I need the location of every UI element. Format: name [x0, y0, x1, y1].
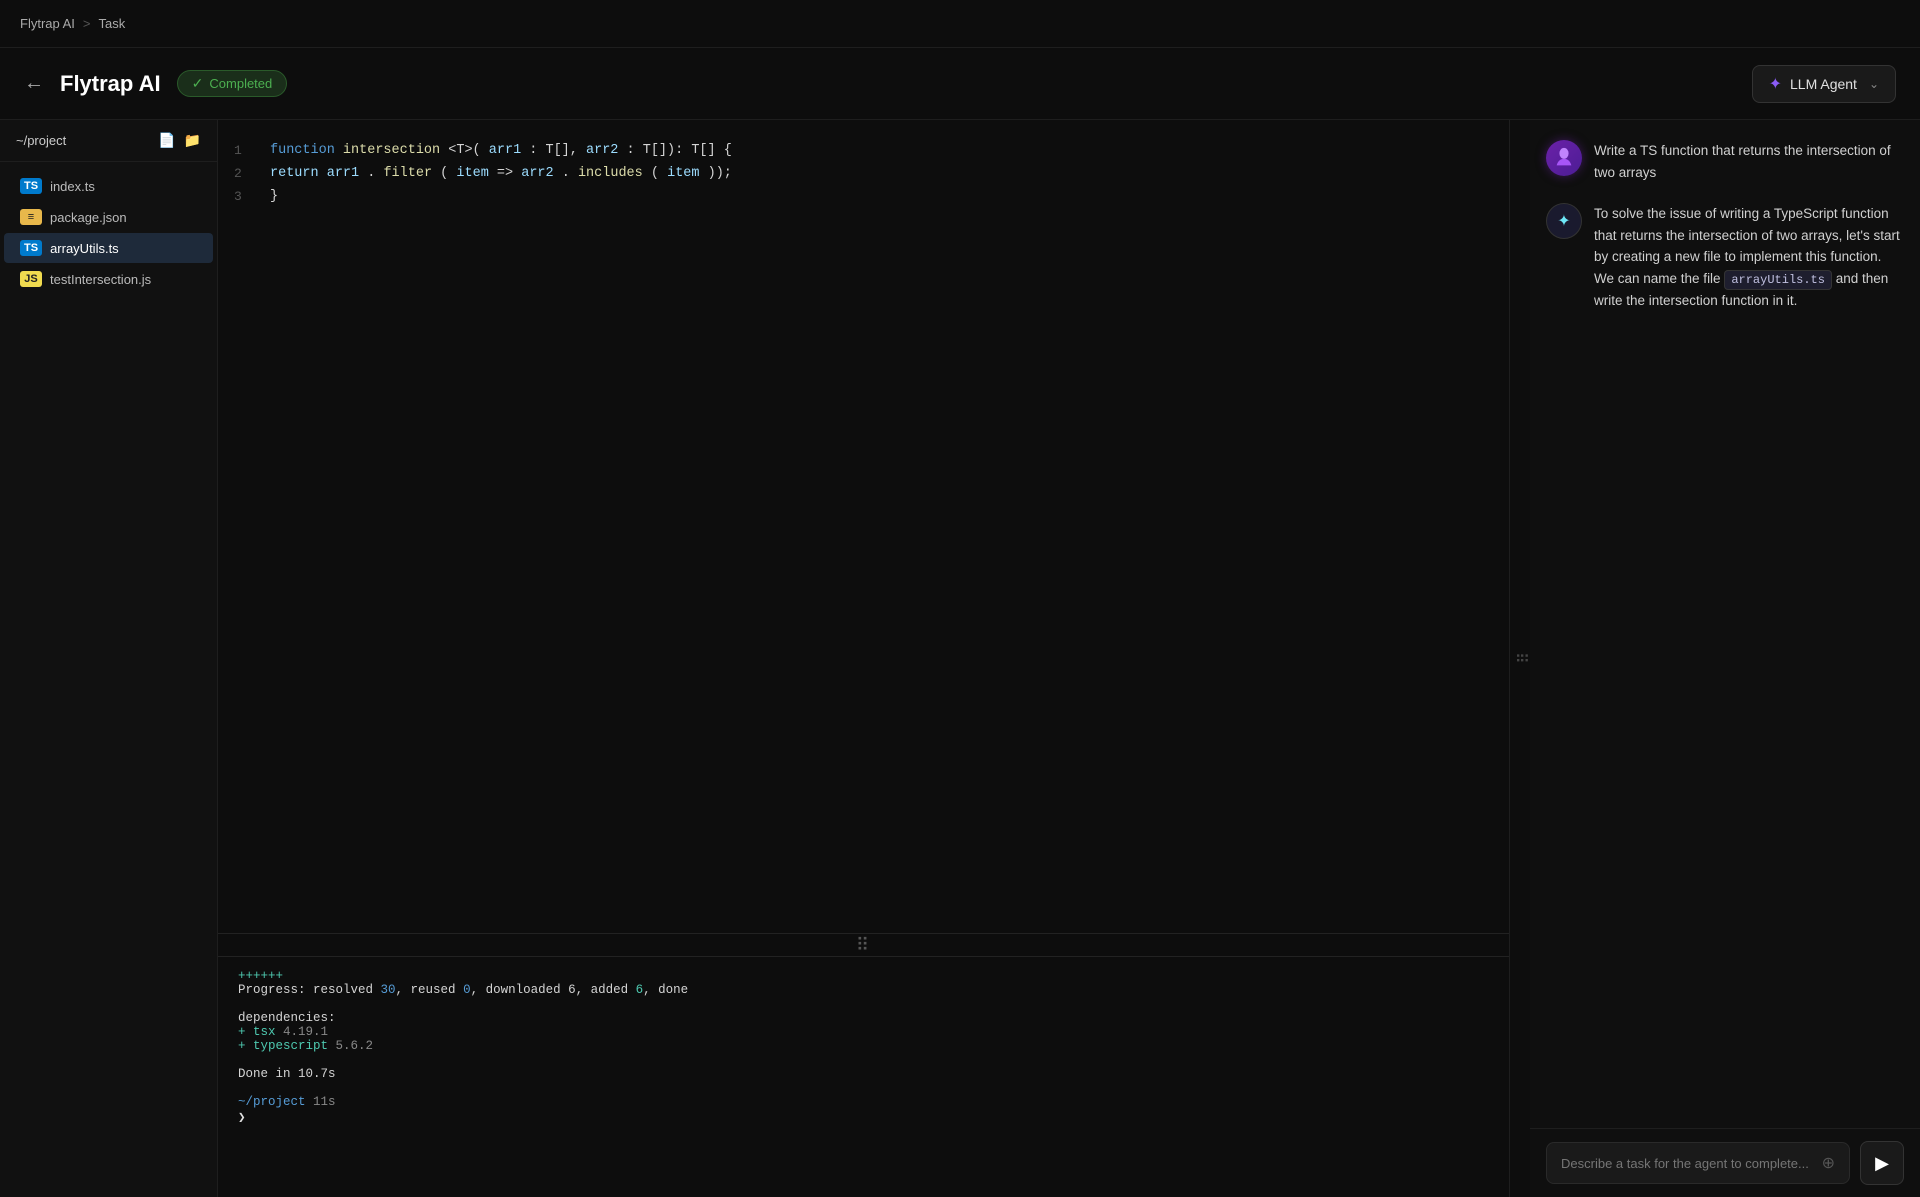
user-avatar: [1546, 140, 1582, 176]
terminal-line: ~/project 11s: [238, 1095, 1489, 1109]
topbar: Flytrap AI > Task: [0, 0, 1920, 48]
status-label: Completed: [209, 76, 272, 91]
terminal-line: Progress: resolved 30, reused 0, downloa…: [238, 983, 1489, 997]
terminal[interactable]: ++++++ Progress: resolved 30, reused 0, …: [218, 957, 1509, 1197]
json-file-icon: ≡: [20, 209, 42, 225]
line-number: 1: [234, 140, 270, 162]
ts-file-icon: TS: [20, 178, 42, 194]
file-name: arrayUtils.ts: [50, 241, 119, 256]
llm-label: LLM Agent: [1790, 76, 1857, 92]
header: ← Flytrap AI ✓ Completed ✦ LLM Agent ⌄: [0, 48, 1920, 120]
chat-input-wrapper: ⊕: [1546, 1142, 1850, 1184]
code-editor[interactable]: 1 function intersection <T>( arr1 : T[],…: [218, 120, 1509, 933]
vertical-dots-icon: ⠿: [1511, 652, 1530, 666]
code-line-2: 2 return arr1 . filter ( item => arr2 . …: [218, 163, 1509, 186]
chat-messages: Write a TS function that returns the int…: [1530, 120, 1920, 1128]
content-pane: 1 function intersection <T>( arr1 : T[],…: [218, 120, 1510, 1197]
ts-file-icon: TS: [20, 240, 42, 256]
page-title: Flytrap AI: [60, 71, 161, 97]
file-name: package.json: [50, 210, 127, 225]
file-name: testIntersection.js: [50, 272, 151, 287]
send-button[interactable]: ▶: [1860, 1141, 1904, 1185]
file-item-package-json[interactable]: ≡ package.json: [4, 202, 213, 232]
chat-message-user: Write a TS function that returns the int…: [1546, 140, 1904, 183]
file-item-arrayutils-ts[interactable]: TS arrayUtils.ts: [4, 233, 213, 263]
terminal-line: [238, 1053, 1489, 1067]
file-item-index-ts[interactable]: TS index.ts: [4, 171, 213, 201]
terminal-line: + typescript 5.6.2: [238, 1039, 1489, 1053]
terminal-line: dependencies:: [238, 1011, 1489, 1025]
check-icon: ✓: [192, 75, 204, 92]
line-number: 2: [234, 163, 270, 185]
terminal-line: ❯: [238, 1109, 1489, 1125]
sidebar-actions: 📄 📁: [158, 132, 201, 149]
terminal-line: + tsx 4.19.1: [238, 1025, 1489, 1039]
terminal-line: [238, 997, 1489, 1011]
llm-icon: ✦: [1769, 74, 1782, 94]
inline-code: arrayUtils.ts: [1724, 270, 1832, 290]
send-icon: ▶: [1875, 1153, 1889, 1174]
terminal-line: Done in 10.7s: [238, 1067, 1489, 1081]
code-line-3: 3 }: [218, 186, 1509, 209]
terminal-line: ++++++: [238, 969, 1489, 983]
file-name: index.ts: [50, 179, 95, 194]
sidebar: ~/project 📄 📁 TS index.ts ≡ package.json…: [0, 120, 218, 1197]
chat-pane: Write a TS function that returns the int…: [1530, 120, 1920, 1197]
agent-message-text: To solve the issue of writing a TypeScri…: [1594, 203, 1904, 312]
code-line-1: 1 function intersection <T>( arr1 : T[],…: [218, 140, 1509, 163]
chevron-down-icon: ⌄: [1869, 77, 1879, 91]
topbar-separator: >: [83, 16, 91, 31]
file-item-test-intersection-js[interactable]: JS testIntersection.js: [4, 264, 213, 294]
code-text: }: [270, 186, 278, 209]
agent-icon: ✦: [1557, 211, 1570, 231]
project-name: ~/project: [16, 133, 66, 148]
topbar-brand: Flytrap AI: [20, 16, 75, 31]
attachment-icon[interactable]: ⊕: [1822, 1153, 1835, 1173]
chat-input[interactable]: [1561, 1156, 1814, 1171]
agent-avatar: ✦: [1546, 203, 1582, 239]
resize-handle-horizontal[interactable]: ⠿: [218, 933, 1509, 957]
terminal-line: [238, 1081, 1489, 1095]
chat-input-area: ⊕ ▶: [1530, 1128, 1920, 1197]
js-file-icon: JS: [20, 271, 42, 287]
new-folder-icon[interactable]: 📁: [184, 132, 201, 149]
resize-handle-vertical[interactable]: ⠿: [1510, 120, 1530, 1197]
user-message-text: Write a TS function that returns the int…: [1594, 140, 1904, 183]
resize-dots-icon: ⠿: [856, 935, 871, 956]
sidebar-header: ~/project 📄 📁: [0, 120, 217, 162]
file-list: TS index.ts ≡ package.json TS arrayUtils…: [0, 162, 217, 1197]
status-badge: ✓ Completed: [177, 70, 288, 97]
header-left: ← Flytrap AI ✓ Completed: [24, 70, 287, 97]
topbar-page: Task: [99, 16, 126, 31]
new-file-icon[interactable]: 📄: [158, 132, 175, 149]
code-text: function intersection <T>( arr1 : T[], a…: [270, 140, 732, 163]
main-container: ~/project 📄 📁 TS index.ts ≡ package.json…: [0, 120, 1920, 1197]
back-button[interactable]: ←: [24, 72, 44, 95]
line-number: 3: [234, 186, 270, 208]
chat-message-agent: ✦ To solve the issue of writing a TypeSc…: [1546, 203, 1904, 312]
llm-selector[interactable]: ✦ LLM Agent ⌄: [1752, 65, 1896, 103]
code-text: return arr1 . filter ( item => arr2 . in…: [270, 163, 732, 186]
